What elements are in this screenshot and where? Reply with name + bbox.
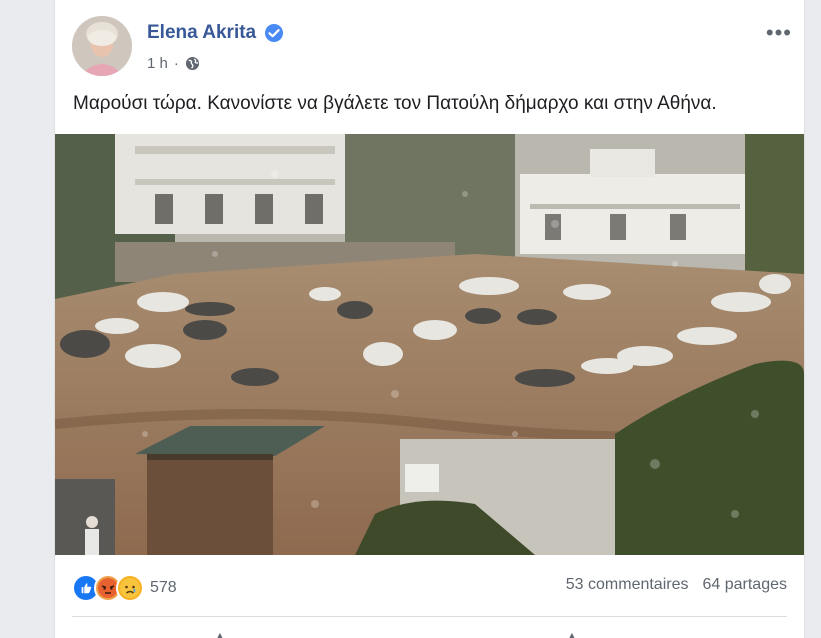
shares-count[interactable]: 64 partages [702,576,787,594]
engagement-stats: 53 commentaires 64 partages [566,576,787,594]
more-options-icon[interactable]: ••• [766,20,792,46]
share-action-icon[interactable]: ▲ [565,628,579,638]
like-action-icon[interactable]: ▲ [213,628,227,638]
verified-badge-icon [265,24,284,42]
author-name[interactable]: Elena Akrita [147,22,256,44]
sad-reaction-icon [116,574,144,602]
reaction-count[interactable]: 578 [150,579,177,597]
post-text: Μαρούσι τώρα. Κανονίστε να βγάλετε τον Π… [73,93,717,114]
reactions-summary[interactable]: 578 [72,574,177,602]
author-avatar[interactable] [72,16,132,76]
post-timestamp[interactable]: 1 h [147,55,168,72]
post-photo[interactable] [55,134,804,555]
footer-divider [72,616,787,617]
post-footer: 578 53 commentaires 64 partages [55,556,804,616]
meta-separator: · [173,55,179,72]
post-card: Elena Akrita 1 h · ••• Μαρούσι τώρα. Καν… [54,0,805,638]
comments-count[interactable]: 53 commentaires [566,576,689,594]
author-row: Elena Akrita [147,22,284,44]
globe-icon[interactable] [185,56,200,71]
post-meta: 1 h · [147,55,200,72]
